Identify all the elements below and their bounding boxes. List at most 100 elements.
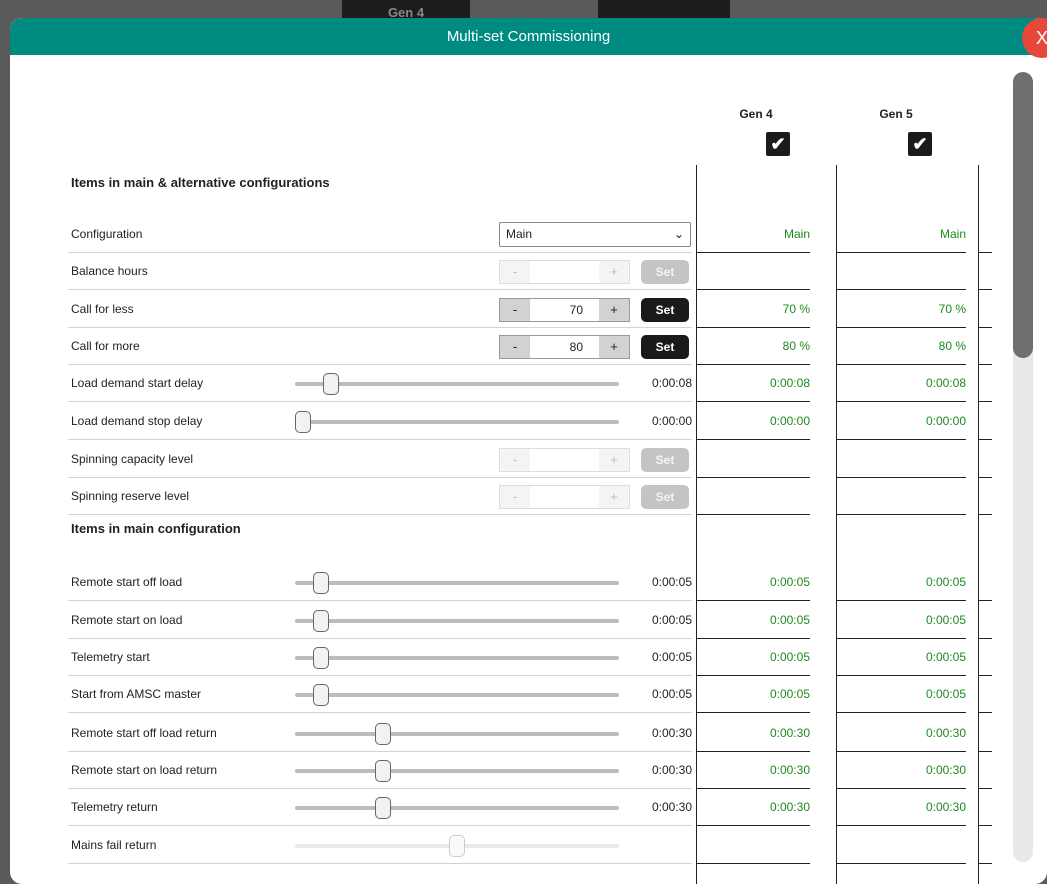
row-end-border <box>978 478 992 515</box>
select-value: Main <box>506 227 533 241</box>
gen5-value <box>836 441 966 478</box>
scrollbar-thumb[interactable] <box>1013 72 1033 358</box>
setting-label: Call for less <box>71 302 134 316</box>
slider-thumb[interactable] <box>295 411 311 433</box>
decrement-button[interactable]: - <box>500 336 530 358</box>
gen4-checkbox[interactable]: ✔ <box>766 132 790 156</box>
slider-thumb[interactable] <box>313 647 330 669</box>
slider-track[interactable] <box>295 693 619 697</box>
slider-track[interactable] <box>295 420 619 424</box>
gen4-value: 0:00:05 <box>696 602 810 639</box>
gen4-value: 80 % <box>696 328 810 365</box>
gen4-value: 0:00:08 <box>696 365 810 402</box>
slider-thumb[interactable] <box>313 684 330 706</box>
section-heading: Items in main & alternative configuratio… <box>71 175 330 190</box>
slider-track[interactable] <box>295 806 619 810</box>
gen4-value: 0:00:05 <box>696 639 810 676</box>
setting-row: Configuration Main ⌄ <box>68 216 692 253</box>
increment-button[interactable]: + <box>599 299 629 321</box>
gen4-value: 0:00:30 <box>696 789 810 826</box>
setting-row: Load demand start delay 0:00:08 <box>68 365 692 402</box>
gen4-value: Main <box>696 216 810 253</box>
decrement-button: - <box>500 261 530 283</box>
setting-row: Mains fail return <box>68 827 692 864</box>
row-end-border <box>978 715 992 752</box>
dialog-title: Multi-set Commissioning <box>10 18 1047 55</box>
gen4-value: 0:00:05 <box>696 564 810 601</box>
slider-track[interactable] <box>295 619 619 623</box>
setting-label: Call for more <box>71 339 140 353</box>
setting-label: Telemetry start <box>71 650 150 664</box>
stepper-input[interactable]: 70 <box>530 299 599 321</box>
gen5-value <box>836 827 966 864</box>
setting-row: Start from AMSC master 0:00:05 <box>68 676 692 713</box>
set-button[interactable]: Set <box>641 298 689 322</box>
value-stepper[interactable]: -80 + <box>499 335 630 359</box>
slider-thumb[interactable] <box>375 723 392 745</box>
setting-row: Telemetry return 0:00:30 <box>68 789 692 826</box>
setting-label: Balance hours <box>71 264 148 278</box>
gen5-column-header: Gen 5 <box>879 107 913 121</box>
setting-row: Call for more -80 + Set <box>68 328 692 365</box>
setting-label: Remote start off load return <box>71 726 217 740</box>
setting-label: Load demand stop delay <box>71 414 203 428</box>
slider-value: 0:00:05 <box>651 687 692 701</box>
dialog-content: Gen 4 Gen 5 ✔ ✔ Items in main & alternat… <box>10 55 1010 884</box>
slider-track[interactable] <box>295 382 619 386</box>
increment-button: + <box>599 449 629 471</box>
slider-track[interactable] <box>295 581 619 585</box>
setting-row: Load demand stop delay 0:00:00 <box>68 403 692 440</box>
slider-track[interactable] <box>295 656 619 660</box>
slider-track[interactable] <box>295 732 619 736</box>
stepper-input[interactable]: 80 <box>530 336 599 358</box>
row-end-border <box>978 403 992 440</box>
increment-button: + <box>599 261 629 283</box>
setting-row: Spinning reserve level - + Set <box>68 478 692 515</box>
slider-thumb[interactable] <box>322 373 339 395</box>
setting-label: Start from AMSC master <box>71 687 202 701</box>
gen5-checkbox[interactable]: ✔ <box>908 132 932 156</box>
set-button: Set <box>641 260 689 284</box>
decrement-button: - <box>500 449 530 471</box>
value-stepper[interactable]: -70 + <box>499 298 630 322</box>
gen4-value <box>696 253 810 290</box>
decrement-button[interactable]: - <box>500 299 530 321</box>
set-button: Set <box>641 448 689 472</box>
slider-value: 0:00:30 <box>651 726 692 740</box>
setting-label: Remote start on load return <box>71 763 218 777</box>
increment-button[interactable]: + <box>599 336 629 358</box>
row-end-border <box>978 328 992 365</box>
configuration-select[interactable]: Main ⌄ <box>499 222 691 247</box>
slider-thumb[interactable] <box>375 797 392 819</box>
row-end-border <box>978 216 992 253</box>
gen4-value <box>696 478 810 515</box>
setting-row: Remote start on load return 0:00:30 <box>68 752 692 789</box>
gen4-value <box>696 827 810 864</box>
section-heading: Items in main configuration <box>71 521 241 536</box>
slider-thumb[interactable] <box>375 760 392 782</box>
slider-thumb[interactable] <box>313 610 330 632</box>
gen5-value: 0:00:00 <box>836 403 966 440</box>
gen4-value: 70 % <box>696 291 810 328</box>
gen5-value: 0:00:05 <box>836 564 966 601</box>
setting-label: Spinning reserve level <box>71 489 190 503</box>
slider-thumb[interactable] <box>313 572 330 594</box>
gen5-value <box>836 478 966 515</box>
setting-label: Configuration <box>71 227 143 241</box>
set-button[interactable]: Set <box>641 335 689 359</box>
stepper-input <box>530 486 599 508</box>
gen5-value: Main <box>836 216 966 253</box>
setting-label: Remote start on load <box>71 613 183 627</box>
row-end-border <box>978 564 992 601</box>
setting-label: Spinning capacity level <box>71 452 194 466</box>
gen5-value: 0:00:05 <box>836 639 966 676</box>
slider-track[interactable] <box>295 769 619 773</box>
gen5-value: 0:00:05 <box>836 676 966 713</box>
chevron-down-icon: ⌄ <box>673 227 684 241</box>
vertical-scrollbar[interactable] <box>1013 72 1033 862</box>
slider-value: 0:00:00 <box>651 414 692 428</box>
slider-value: 0:00:30 <box>651 763 692 777</box>
gen5-value: 0:00:05 <box>836 602 966 639</box>
row-end-border <box>978 602 992 639</box>
setting-row: Spinning capacity level - + Set <box>68 441 692 478</box>
